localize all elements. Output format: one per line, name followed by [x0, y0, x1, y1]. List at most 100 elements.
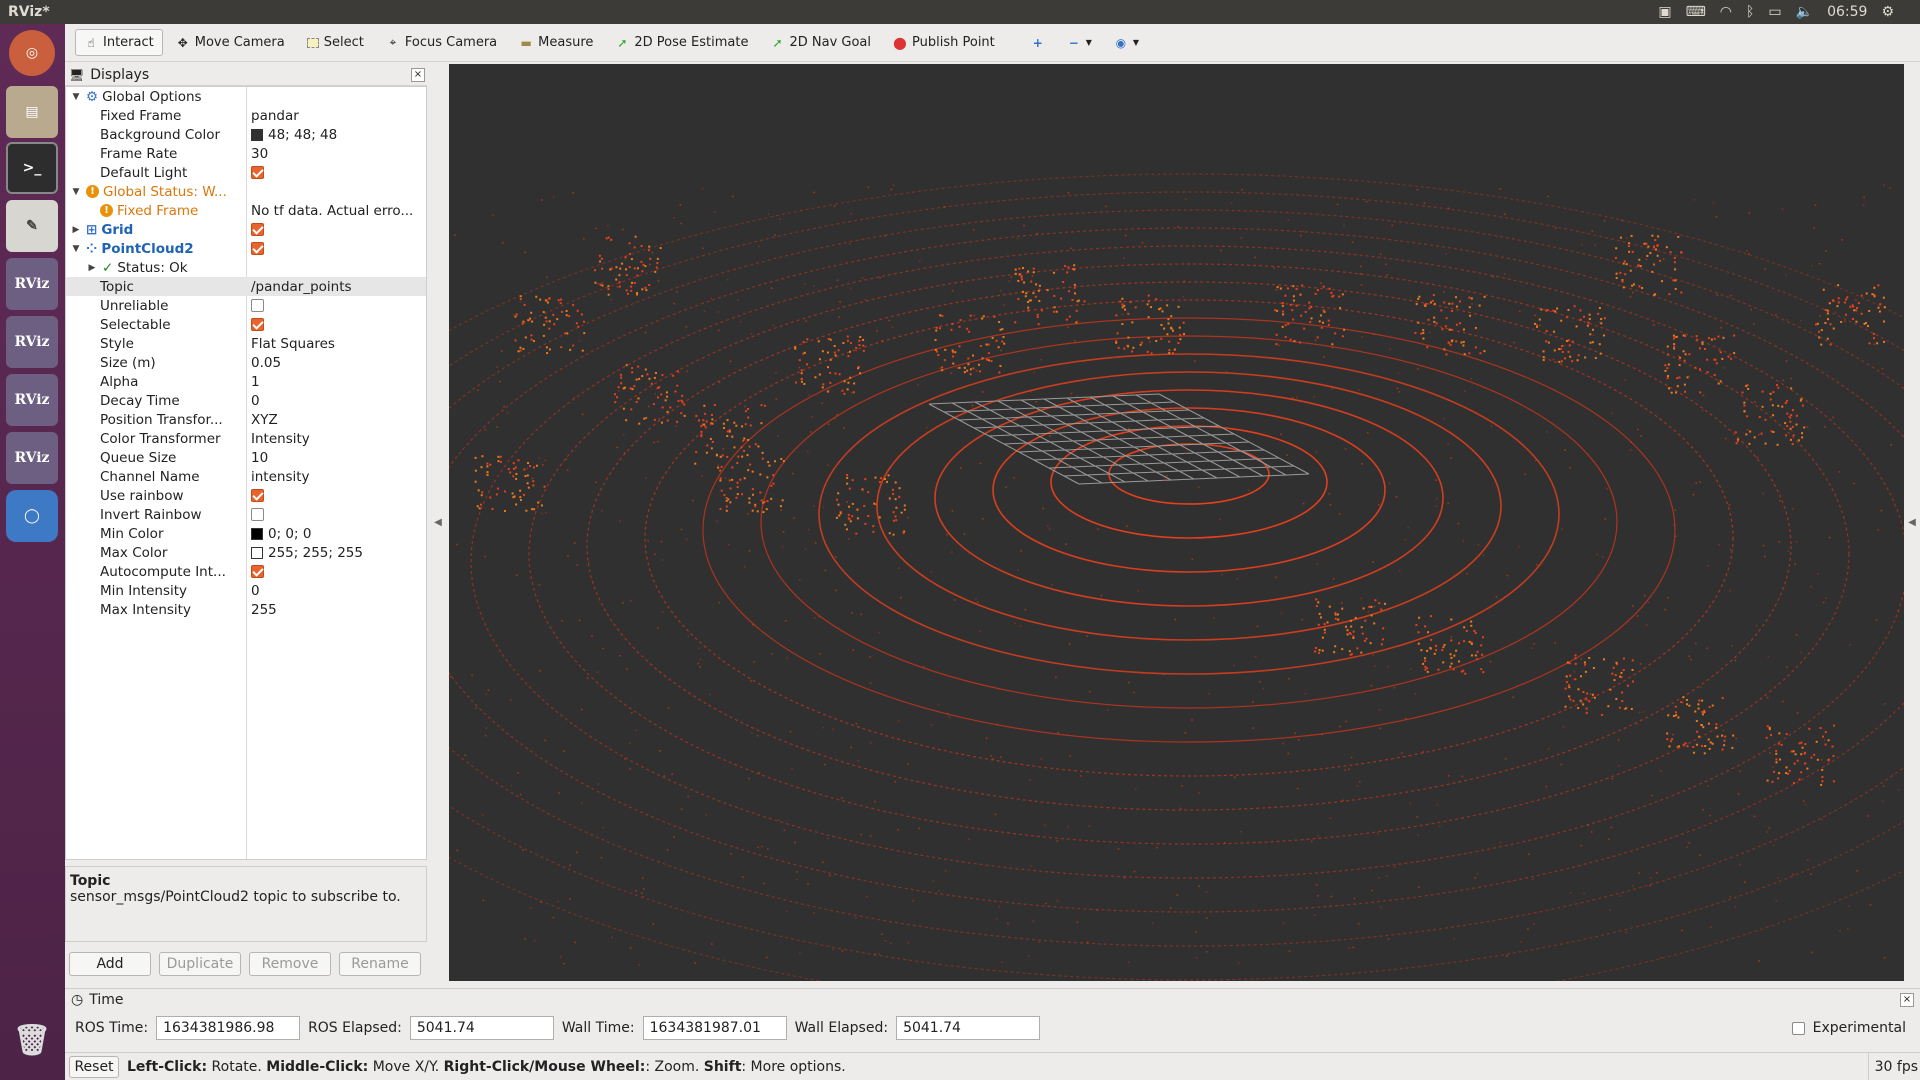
display-row[interactable]: Unreliable [66, 296, 426, 315]
display-row-value[interactable]: 30 [251, 146, 268, 162]
power-gear-icon[interactable]: ⚙ [1881, 4, 1894, 20]
display-row-value[interactable]: /pandar_points [251, 279, 352, 295]
rviz-icon-3[interactable]: RViz [6, 374, 58, 426]
remove-tool-button[interactable]: − ▼ [1058, 30, 1101, 56]
right-splitter-handle[interactable]: ◀ [1904, 64, 1920, 981]
rviz-icon-2[interactable]: RViz [6, 316, 58, 368]
chromium-icon[interactable]: ◯ [6, 490, 58, 542]
expand-right-arrow-icon[interactable]: ▶ [70, 225, 82, 235]
close-icon[interactable]: × [1900, 993, 1914, 1007]
display-row[interactable]: Style Flat Squares [66, 334, 426, 353]
display-row[interactable]: Min Intensity 0 [66, 581, 426, 600]
enable-checkbox[interactable] [251, 242, 264, 255]
add-button[interactable]: Add [69, 952, 151, 976]
display-row-value[interactable]: 255; 255; 255 [268, 545, 363, 561]
display-row[interactable]: Selectable [66, 315, 426, 334]
display-row-value[interactable]: Flat Squares [251, 336, 335, 352]
display-row[interactable]: Background Color 48; 48; 48 [66, 125, 426, 144]
clock[interactable]: 06:59 [1827, 4, 1867, 20]
duplicate-button[interactable]: Duplicate [159, 952, 241, 976]
display-row[interactable]: ▼ ⁘ PointCloud2 [66, 239, 426, 258]
enable-checkbox[interactable] [251, 508, 264, 521]
display-row[interactable]: Fixed Frame pandar [66, 106, 426, 125]
display-row[interactable]: ! Fixed Frame No tf data. Actual erro... [66, 201, 426, 220]
3d-viewport[interactable] [449, 64, 1904, 981]
ubuntu-dash-icon[interactable]: ◎ [9, 30, 55, 76]
enable-checkbox[interactable] [251, 223, 264, 236]
display-row[interactable]: Decay Time 0 [66, 391, 426, 410]
experimental-checkbox[interactable] [1791, 1021, 1805, 1035]
expand-down-arrow-icon[interactable]: ▼ [70, 92, 82, 102]
ros-time-field[interactable]: 1634381986.98 [156, 1016, 301, 1040]
ros-elapsed-field[interactable]: 5041.74 [409, 1016, 554, 1040]
display-row[interactable]: ▶ ✓ Status: Ok [66, 258, 426, 277]
display-row-value[interactable]: 48; 48; 48 [268, 127, 337, 143]
left-splitter-handle[interactable]: ◀ [429, 64, 447, 981]
display-row[interactable]: Topic/pandar_points [66, 277, 426, 296]
nav-goal-tool[interactable]: ➚ 2D Nav Goal [761, 29, 880, 56]
display-row[interactable]: ▼ ⚙ Global Options [66, 87, 426, 106]
display-row-value[interactable]: 1 [251, 374, 260, 390]
enable-checkbox[interactable] [251, 299, 264, 312]
focus-camera-tool[interactable]: ⌖ Focus Camera [377, 29, 506, 56]
trash-icon[interactable]: 🗑 [6, 1014, 58, 1066]
display-row-value[interactable]: 0 [251, 583, 260, 599]
display-row[interactable]: Max Intensity 255 [66, 600, 426, 619]
select-tool[interactable]: Select [298, 29, 373, 56]
app-indicator-icon[interactable]: ▣ [1658, 4, 1671, 20]
pose-estimate-tool[interactable]: ➚ 2D Pose Estimate [606, 29, 757, 56]
close-icon[interactable]: × [411, 67, 425, 82]
wifi-icon[interactable]: ◠ [1720, 4, 1732, 20]
rviz-icon-1[interactable]: RViz [6, 258, 58, 310]
rviz-icon-4[interactable]: RViz [6, 432, 58, 484]
bluetooth-icon[interactable]: ᛒ [1746, 4, 1754, 20]
terminal-icon[interactable]: >_ [6, 142, 58, 194]
enable-checkbox[interactable] [251, 565, 264, 578]
publish-point-tool[interactable]: ⬤ Publish Point [884, 29, 1004, 56]
display-row-value[interactable]: 0; 0; 0 [268, 526, 311, 542]
display-row-value[interactable]: XYZ [251, 412, 278, 428]
display-row-value[interactable]: 0 [251, 393, 260, 409]
expand-right-arrow-icon[interactable]: ▶ [86, 263, 98, 273]
text-editor-icon[interactable]: ✎ [6, 200, 58, 252]
remove-button[interactable]: Remove [249, 952, 331, 976]
color-swatch[interactable] [251, 128, 263, 141]
display-row-value[interactable]: intensity [251, 469, 310, 485]
enable-checkbox[interactable] [251, 166, 264, 179]
display-row[interactable]: Min Color 0; 0; 0 [66, 524, 426, 543]
display-row[interactable]: Size (m) 0.05 [66, 353, 426, 372]
move-camera-tool[interactable]: ✥ Move Camera [167, 29, 294, 56]
experimental-toggle[interactable]: Experimental [1791, 1020, 1906, 1036]
files-icon[interactable]: ▤ [6, 86, 58, 138]
wall-time-field[interactable]: 1634381987.01 [642, 1016, 787, 1040]
display-row[interactable]: Invert Rainbow [66, 505, 426, 524]
enable-checkbox[interactable] [251, 318, 264, 331]
display-row[interactable]: Use rainbow [66, 486, 426, 505]
display-row[interactable]: Frame Rate 30 [66, 144, 426, 163]
wall-elapsed-field[interactable]: 5041.74 [896, 1016, 1041, 1040]
display-row[interactable]: Autocompute Int... [66, 562, 426, 581]
display-row[interactable]: Max Color 255; 255; 255 [66, 543, 426, 562]
color-swatch[interactable] [251, 546, 263, 559]
color-swatch[interactable] [251, 527, 263, 540]
display-row-value[interactable]: Intensity [251, 431, 310, 447]
keyboard-icon[interactable]: ⌨ [1686, 4, 1706, 20]
enable-checkbox[interactable] [251, 489, 264, 502]
display-row[interactable]: Queue Size 10 [66, 448, 426, 467]
expand-down-arrow-icon[interactable]: ▼ [70, 187, 82, 197]
reset-button[interactable]: Reset [69, 1055, 119, 1078]
view-options-button[interactable]: ◉ ▼ [1105, 30, 1148, 56]
rename-button[interactable]: Rename [339, 952, 421, 976]
volume-icon[interactable]: 🔈 [1796, 4, 1813, 20]
display-row[interactable]: ▶ ⊞ Grid [66, 220, 426, 239]
display-row[interactable]: Default Light [66, 163, 426, 182]
measure-tool[interactable]: ▬ Measure [510, 29, 602, 56]
display-row[interactable]: Color Transformer Intensity [66, 429, 426, 448]
display-row[interactable]: Channel Name intensity [66, 467, 426, 486]
display-row[interactable]: ▼! Global Status: W... [66, 182, 426, 201]
display-row-value[interactable]: 255 [251, 602, 277, 618]
display-row-value[interactable]: 10 [251, 450, 268, 466]
expand-down-arrow-icon[interactable]: ▼ [70, 244, 82, 254]
display-row-value[interactable]: pandar [251, 108, 299, 124]
display-row-value[interactable]: 0.05 [251, 355, 281, 371]
